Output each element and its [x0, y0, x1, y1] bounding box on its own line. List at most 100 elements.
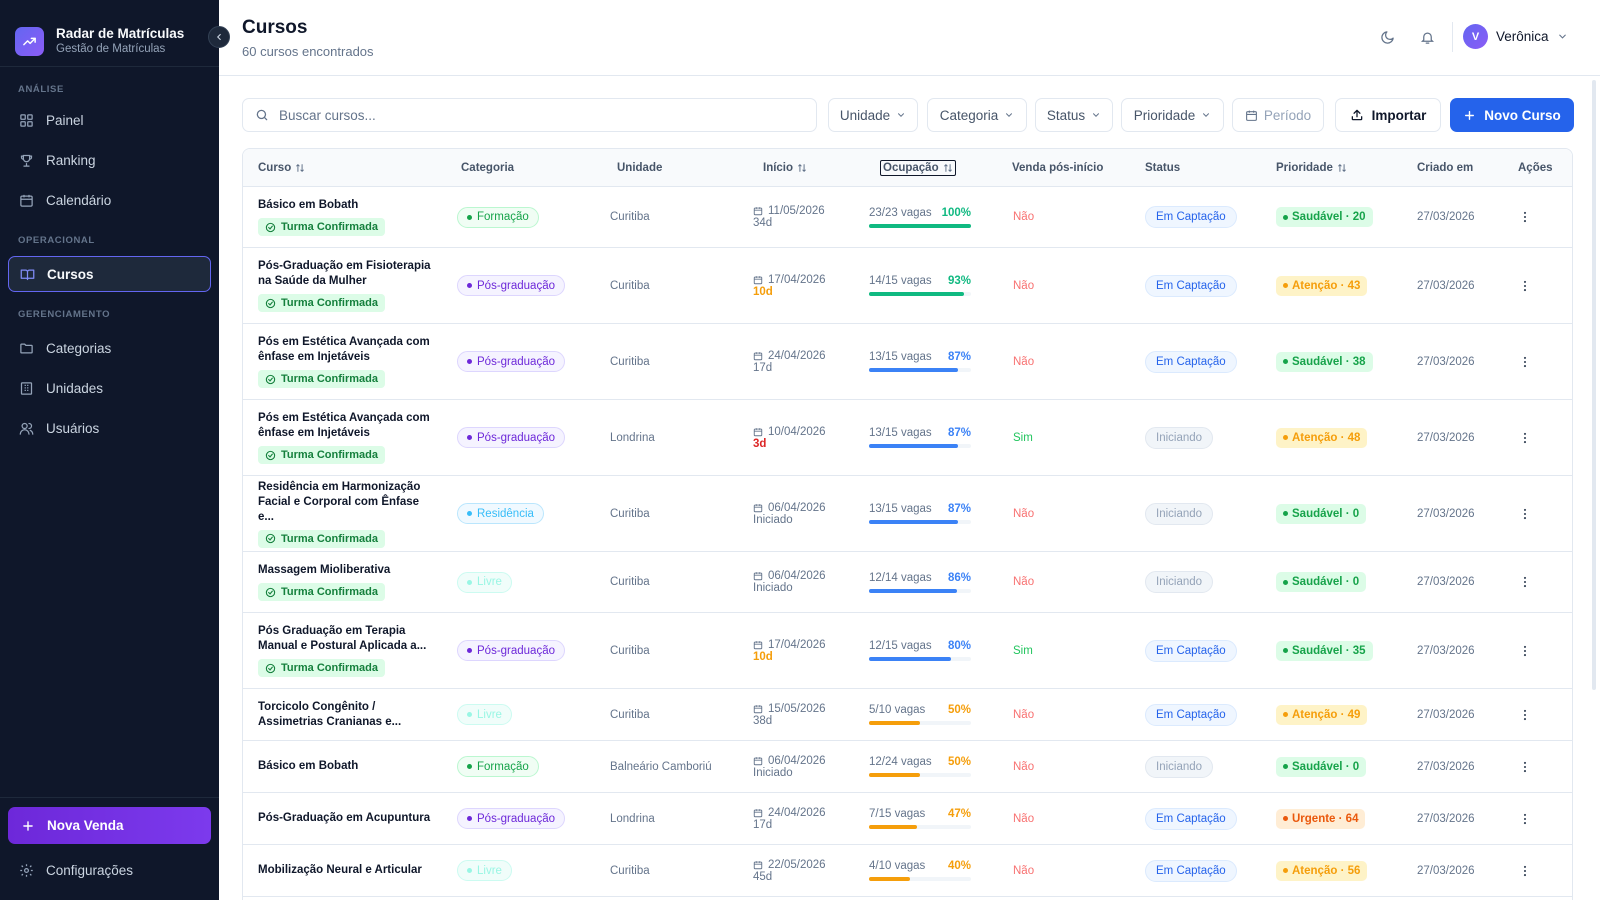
- occupancy-bar: [869, 588, 971, 593]
- bell-icon: [1420, 32, 1434, 44]
- row-actions-button[interactable]: [1515, 400, 1535, 475]
- trophy-icon: [20, 154, 33, 167]
- new-course-button[interactable]: Novo Curso: [1450, 98, 1574, 132]
- row-actions-button[interactable]: [1515, 248, 1535, 323]
- created-cell: 27/03/2026: [1417, 708, 1475, 721]
- column-header-ocupacao[interactable]: Ocupação: [880, 160, 956, 176]
- building-icon: [20, 381, 33, 395]
- nova-venda-label: Nova Venda: [47, 818, 124, 833]
- table-row[interactable]: Pós em Estética Avançada com ênfase em I…: [243, 400, 1572, 476]
- filter-unidade[interactable]: Unidade: [828, 98, 918, 132]
- course-name[interactable]: Mobilização Neural e Articular: [258, 863, 433, 878]
- priority-badge: Atenção · 43: [1276, 275, 1368, 296]
- row-actions-button[interactable]: [1515, 476, 1535, 551]
- course-name[interactable]: Básico em Bobath: [258, 759, 433, 774]
- start-date-text: 06/04/2026: [768, 570, 826, 582]
- scrollbar[interactable]: [1592, 80, 1596, 690]
- occupancy-bar-fill: [869, 368, 958, 372]
- row-actions-button[interactable]: [1515, 187, 1535, 247]
- occupancy-bar: [869, 444, 971, 448]
- start-relative: Iniciado: [753, 582, 793, 594]
- occupancy-cell: 14/15 vagas 93%: [869, 248, 971, 323]
- theme-toggle-button[interactable]: [1377, 27, 1397, 47]
- sidebar-item-painel[interactable]: Painel: [8, 102, 211, 138]
- filter-prioridade[interactable]: Prioridade: [1121, 98, 1224, 132]
- course-name[interactable]: Torcicolo Congênito / Assimetrias Crania…: [258, 700, 433, 730]
- priority-badge: Saudável · 20: [1276, 207, 1373, 227]
- row-actions-button[interactable]: [1515, 793, 1535, 844]
- table-row[interactable]: Torcicolo Congênito / Assimetrias Crania…: [243, 689, 1572, 741]
- filter-categoria[interactable]: Categoria: [927, 98, 1027, 132]
- created-cell: 27/03/2026: [1417, 864, 1475, 877]
- filter-status[interactable]: Status: [1035, 98, 1113, 132]
- course-name[interactable]: Pós em Estética Avançada com ênfase em I…: [258, 335, 433, 365]
- row-actions-button[interactable]: [1515, 845, 1535, 896]
- course-name[interactable]: Massagem Mioliberativa: [258, 563, 433, 578]
- occupancy-text: 13/15 vagas 87%: [869, 351, 971, 363]
- column-header-prioridade[interactable]: Prioridade: [1276, 149, 1347, 187]
- sidebar-item-usuarios[interactable]: Usuários: [8, 410, 211, 446]
- column-header-inicio[interactable]: Início: [763, 149, 807, 187]
- course-name[interactable]: Pós-Graduação em Fisioterapia na Saúde d…: [258, 259, 433, 289]
- category-dot: [467, 359, 472, 364]
- nova-venda-button[interactable]: Nova Venda: [8, 807, 211, 844]
- user-menu[interactable]: V Verônica: [1463, 24, 1568, 49]
- category-label: Pós-graduação: [477, 812, 555, 825]
- occupancy-text: 5/10 vagas 50%: [869, 704, 971, 716]
- course-cell: Pós-Graduação em Fisioterapia na Saúde d…: [258, 248, 433, 323]
- check-circle-icon: [265, 374, 276, 384]
- row-actions-button[interactable]: [1515, 324, 1535, 399]
- start-relative: 10d: [753, 285, 773, 298]
- column-header-curso[interactable]: Curso: [258, 149, 305, 187]
- table-row[interactable]: Residência em Harmonização Facial e Corp…: [243, 476, 1572, 552]
- plus-icon: [23, 820, 33, 831]
- table-row[interactable]: Mobilização Neural e Articular Livre Cur…: [243, 845, 1572, 897]
- category-label: Residência: [477, 507, 534, 520]
- sidebar-item-unidades[interactable]: Unidades: [8, 370, 211, 406]
- priority-cell: Atenção · 56: [1276, 845, 1368, 896]
- table-row[interactable]: Massagem Mioliberativa Turma Confirmada …: [243, 552, 1572, 613]
- table-row[interactable]: Pós em Estética Avançada com ênfase em I…: [243, 324, 1572, 400]
- row-actions-button[interactable]: [1515, 552, 1535, 612]
- course-name[interactable]: Pós Graduação em Terapia Manual e Postur…: [258, 624, 433, 654]
- category-cell: Livre: [457, 689, 512, 740]
- more-vertical-icon: [1523, 813, 1527, 824]
- priority-label: Atenção · 43: [1292, 279, 1361, 292]
- start-date-text: 06/04/2026: [768, 754, 826, 767]
- sidebar-item-cursos[interactable]: Cursos: [8, 256, 211, 292]
- chevron-down-icon: [1006, 113, 1013, 117]
- occupancy-bar: [869, 657, 971, 661]
- import-button[interactable]: Importar: [1335, 98, 1441, 132]
- table-row[interactable]: Pós-Graduação em Acupuntura Pós-graduaçã…: [243, 793, 1572, 845]
- course-name[interactable]: Residência em Harmonização Facial e Corp…: [258, 480, 433, 525]
- calendar-icon: [1245, 110, 1257, 121]
- sidebar-item-calendario[interactable]: Calendário: [8, 182, 211, 218]
- category-cell: Formação: [457, 187, 539, 247]
- start-cell: 11/05/2026 34d: [753, 187, 825, 247]
- collapse-sidebar-button[interactable]: [208, 26, 230, 48]
- row-actions-button[interactable]: [1515, 689, 1535, 740]
- configuracoes-link[interactable]: Configurações: [8, 852, 211, 888]
- course-name[interactable]: Pós em Estética Avançada com ênfase em I…: [258, 411, 433, 441]
- notifications-button[interactable]: [1417, 27, 1437, 47]
- turma-confirmada-badge: Turma Confirmada: [258, 659, 385, 677]
- status-cell: Iniciando: [1145, 476, 1214, 551]
- table-row[interactable]: Básico em Bobath Formação Balneário Camb…: [243, 741, 1572, 793]
- sidebar-item-ranking[interactable]: Ranking: [8, 142, 211, 178]
- filter-periodo[interactable]: Período: [1232, 98, 1324, 132]
- grid-icon: [20, 113, 33, 127]
- course-name[interactable]: Básico em Bobath: [258, 198, 433, 213]
- row-actions-button[interactable]: [1515, 613, 1535, 688]
- sidebar-item-label: Ranking: [46, 152, 96, 168]
- check-circle-icon: [265, 450, 276, 460]
- start-date-text: 17/04/2026: [768, 273, 826, 286]
- search-box: [242, 98, 817, 132]
- table-row[interactable]: Pós-Graduação em Fisioterapia na Saúde d…: [243, 248, 1572, 324]
- table-row[interactable]: Básico em Bobath Turma Confirmada Formaç…: [243, 187, 1572, 248]
- table-row[interactable]: Pós Graduação em Terapia Manual e Postur…: [243, 613, 1572, 689]
- sidebar-item-categorias[interactable]: Categorias: [8, 330, 211, 366]
- search-input[interactable]: [279, 107, 799, 123]
- row-actions-button[interactable]: [1515, 741, 1535, 792]
- course-name[interactable]: Pós-Graduação em Acupuntura: [258, 811, 433, 826]
- occupancy-text: 23/23 vagas 100%: [869, 207, 971, 219]
